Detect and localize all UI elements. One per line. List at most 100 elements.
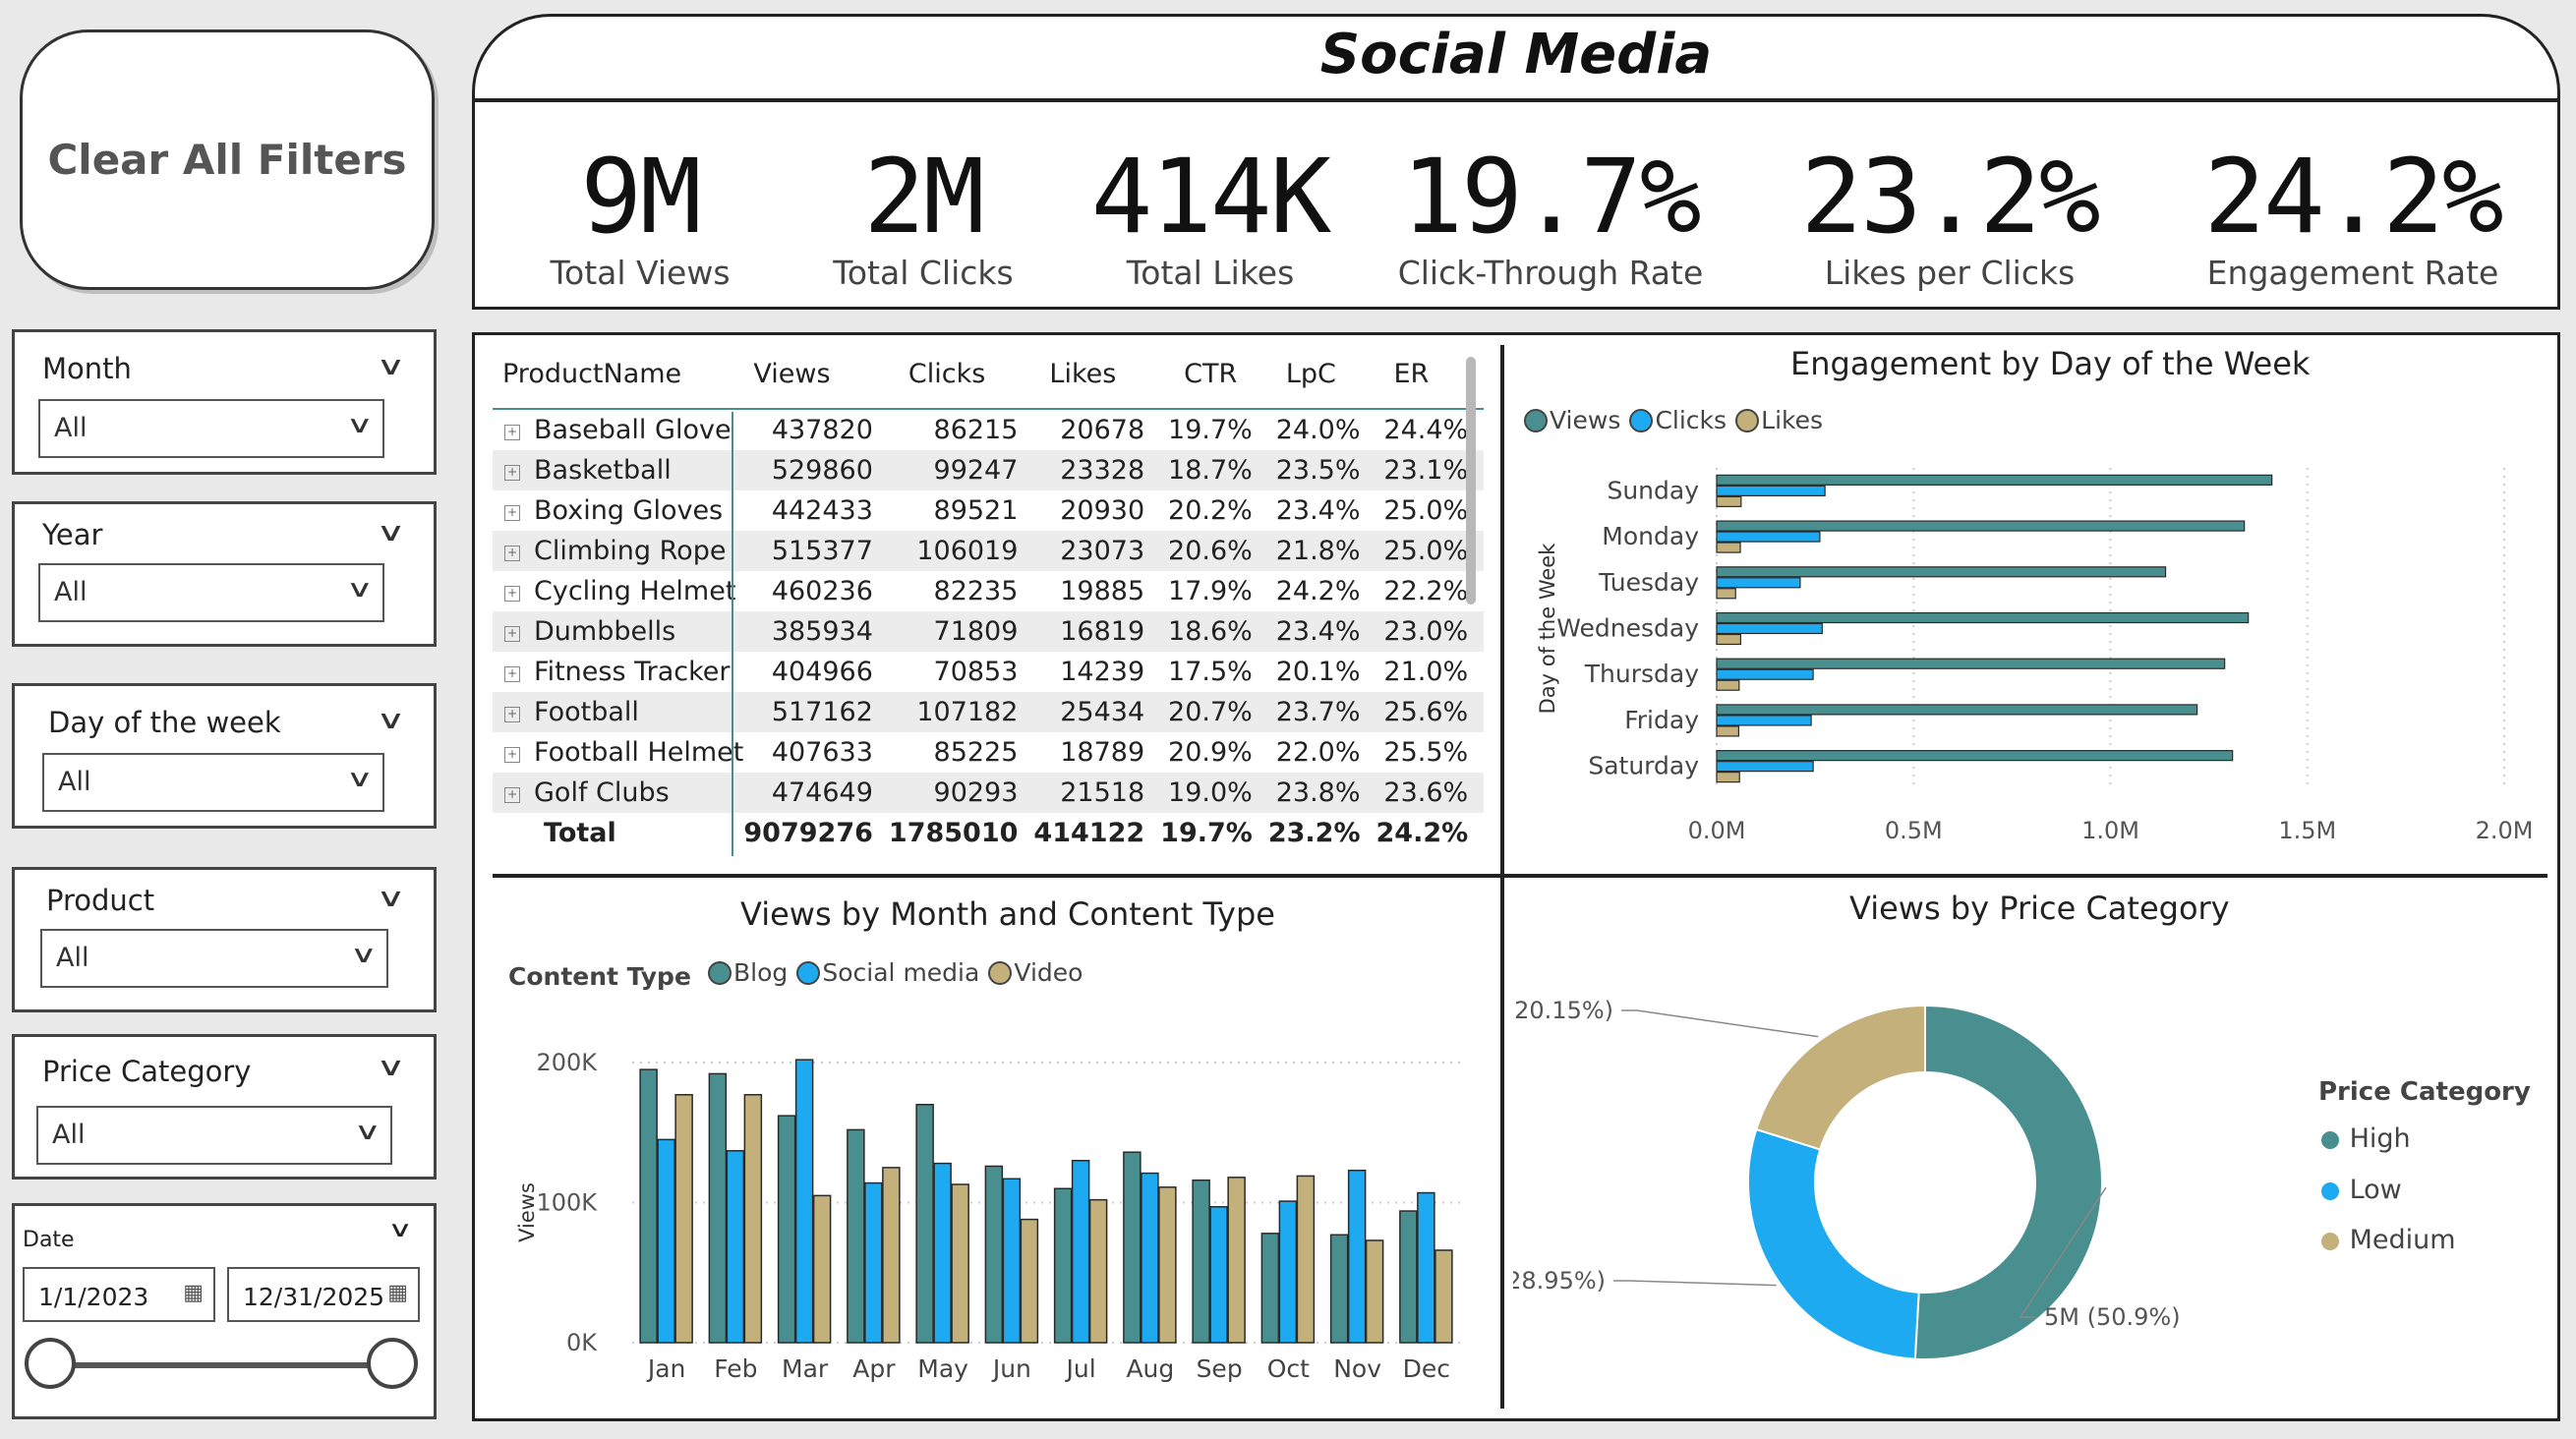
legend-high-swatch bbox=[2321, 1131, 2339, 1149]
bar-likes bbox=[1716, 772, 1740, 783]
legend-low-swatch bbox=[2321, 1182, 2339, 1200]
expand-icon[interactable]: + bbox=[504, 707, 520, 722]
data-label: 2M (20.15%) bbox=[1513, 997, 1613, 1024]
table-cell: 24.0% bbox=[1275, 415, 1361, 445]
chevron-down-icon[interactable]: ∨ bbox=[376, 518, 405, 547]
legend-item[interactable]: Video bbox=[988, 958, 1083, 987]
table-cell: 23.4% bbox=[1267, 611, 1376, 652]
clear-all-filters-button[interactable]: Clear All Filters bbox=[20, 29, 435, 290]
column-header[interactable]: CTR bbox=[1160, 353, 1268, 409]
legend-item[interactable]: Views bbox=[1524, 406, 1620, 434]
legend-likes-swatch bbox=[1735, 408, 1760, 432]
bar-clicks bbox=[1716, 715, 1812, 726]
table-row[interactable]: + Baseball Glove 437820 86215 20678 19.7% 24.0… bbox=[493, 409, 1484, 450]
chevron-down-icon: ∨ bbox=[350, 941, 379, 968]
expand-icon[interactable]: + bbox=[504, 586, 520, 602]
y-tick-label: Monday bbox=[1602, 522, 1699, 550]
chevron-down-icon[interactable]: ∨ bbox=[387, 1218, 413, 1242]
cell-text: Boxing Gloves bbox=[534, 495, 724, 526]
bar-blog bbox=[1329, 1234, 1349, 1344]
x-tick-label: 1.5M bbox=[2278, 817, 2336, 844]
expand-icon[interactable]: + bbox=[504, 787, 520, 803]
column-header[interactable]: Clicks bbox=[889, 353, 1034, 409]
expand-icon[interactable]: + bbox=[504, 546, 520, 561]
table-cell: 20678 bbox=[1060, 415, 1145, 445]
date-start-input[interactable]: 1/1/2023 ▦ bbox=[23, 1267, 215, 1322]
kpi-label: Total Views bbox=[550, 254, 731, 292]
table-row[interactable]: + Golf Clubs 474649 90293 21518 19.0% 23.8% 23.… bbox=[493, 773, 1485, 813]
table-cell: 25434 bbox=[1033, 692, 1161, 732]
column-header[interactable]: LpC bbox=[1268, 353, 1376, 409]
price-category-dropdown[interactable]: All ∨ bbox=[36, 1106, 392, 1165]
calendar-icon[interactable]: ▦ bbox=[387, 1281, 408, 1305]
expand-icon[interactable]: + bbox=[504, 666, 520, 682]
table-cell: 515377 bbox=[743, 531, 889, 571]
chevron-down-icon[interactable]: ∨ bbox=[376, 1053, 405, 1082]
legend-item[interactable]: Medium bbox=[2321, 1225, 2456, 1255]
bar-clicks bbox=[1716, 531, 1821, 543]
table-row[interactable]: + Football Helmet 407633 85225 18789 20.9% 22.… bbox=[493, 732, 1484, 773]
table-row[interactable]: + Boxing Gloves 442433 89521 20930 20.2% 23.4%… bbox=[493, 490, 1484, 531]
bar-blog bbox=[1260, 1233, 1280, 1344]
day-of-week-dropdown[interactable]: All ∨ bbox=[42, 753, 384, 812]
expand-icon[interactable]: + bbox=[504, 425, 520, 440]
bar-social-media bbox=[1141, 1172, 1159, 1344]
expand-icon[interactable]: + bbox=[504, 747, 520, 763]
chevron-down-icon: ∨ bbox=[346, 411, 375, 438]
chevron-down-icon[interactable]: ∨ bbox=[376, 884, 405, 913]
date-end-input[interactable]: 12/31/2025 ▦ bbox=[227, 1267, 420, 1322]
expand-icon[interactable]: + bbox=[504, 626, 520, 642]
x-tick-label: Aug bbox=[1126, 1354, 1174, 1383]
table-cell: 20.6% bbox=[1160, 531, 1268, 571]
dropdown-value: All bbox=[52, 1120, 86, 1150]
column-header[interactable]: ProductName bbox=[493, 353, 743, 409]
bar-video bbox=[1434, 1249, 1453, 1344]
bar-clicks bbox=[1716, 577, 1801, 589]
table-row[interactable]: + Cycling Helmet 460236 82235 19885 17.9% 24.2… bbox=[493, 571, 1484, 611]
kpi-value: 24.2% bbox=[2203, 137, 2503, 257]
legend-label: Likes bbox=[1761, 406, 1824, 434]
legend-label: Views bbox=[1550, 406, 1621, 434]
table-cell: 20.9% bbox=[1168, 737, 1253, 768]
expand-icon[interactable]: + bbox=[504, 505, 520, 521]
slicer-title: Year bbox=[42, 518, 103, 551]
donut-slice-low bbox=[1747, 1127, 1920, 1360]
column-header[interactable]: Likes bbox=[1033, 353, 1160, 409]
table-row[interactable]: + Fitness Tracker 404966 70853 14239 17.5% 20.… bbox=[493, 652, 1484, 692]
calendar-icon[interactable]: ▦ bbox=[183, 1281, 204, 1305]
legend-label: Social media bbox=[822, 958, 980, 987]
table-cell: 385934 bbox=[743, 611, 889, 652]
product-dropdown[interactable]: All ∨ bbox=[40, 929, 388, 988]
table-row[interactable]: + Dumbbells 385934 71809 16819 18.6% 23.4% 23.0… bbox=[493, 611, 1485, 652]
chevron-down-icon[interactable]: ∨ bbox=[376, 352, 405, 381]
legend-item[interactable]: Social media bbox=[796, 958, 979, 987]
dropdown-value: All bbox=[54, 413, 88, 443]
x-tick-label: Nov bbox=[1333, 1354, 1381, 1383]
bar-views bbox=[1716, 520, 2246, 532]
column-header[interactable]: Views bbox=[743, 353, 889, 409]
table-row[interactable]: + Climbing Rope 515377 106019 23073 20.6% 21.8… bbox=[493, 531, 1485, 571]
slicer-title: Date bbox=[23, 1228, 75, 1252]
table-row[interactable]: + Football 517162 107182 25434 20.7% 23.7% 25.6… bbox=[493, 692, 1485, 732]
table-row[interactable]: + Basketball 529860 99247 23328 18.7% 23.5% 23.… bbox=[493, 450, 1485, 490]
y-tick-label: Saturday bbox=[1588, 752, 1699, 780]
kpi-value: 414K bbox=[1090, 137, 1331, 257]
legend-item[interactable]: Clicks bbox=[1629, 406, 1727, 434]
bar-views bbox=[1716, 750, 2234, 762]
y-tick-label: Friday bbox=[1624, 706, 1699, 734]
x-tick-label: 2.0M bbox=[2476, 817, 2534, 844]
header: Social Media bbox=[472, 14, 2560, 102]
date-range-end-handle[interactable] bbox=[367, 1338, 418, 1389]
table-scrollbar[interactable] bbox=[1466, 357, 1476, 604]
slicer-title: Day of the week bbox=[48, 706, 281, 739]
bar-views bbox=[1716, 474, 2273, 486]
date-range-start-handle[interactable] bbox=[25, 1338, 76, 1389]
legend-item[interactable]: Blog bbox=[708, 958, 788, 987]
chevron-down-icon[interactable]: ∨ bbox=[376, 706, 405, 735]
month-dropdown[interactable]: All ∨ bbox=[38, 399, 384, 458]
legend-item[interactable]: High bbox=[2321, 1123, 2411, 1154]
expand-icon[interactable]: + bbox=[504, 465, 520, 481]
legend-item[interactable]: Likes bbox=[1735, 406, 1823, 434]
year-dropdown[interactable]: All ∨ bbox=[38, 563, 384, 622]
legend-item[interactable]: Low bbox=[2321, 1175, 2402, 1205]
